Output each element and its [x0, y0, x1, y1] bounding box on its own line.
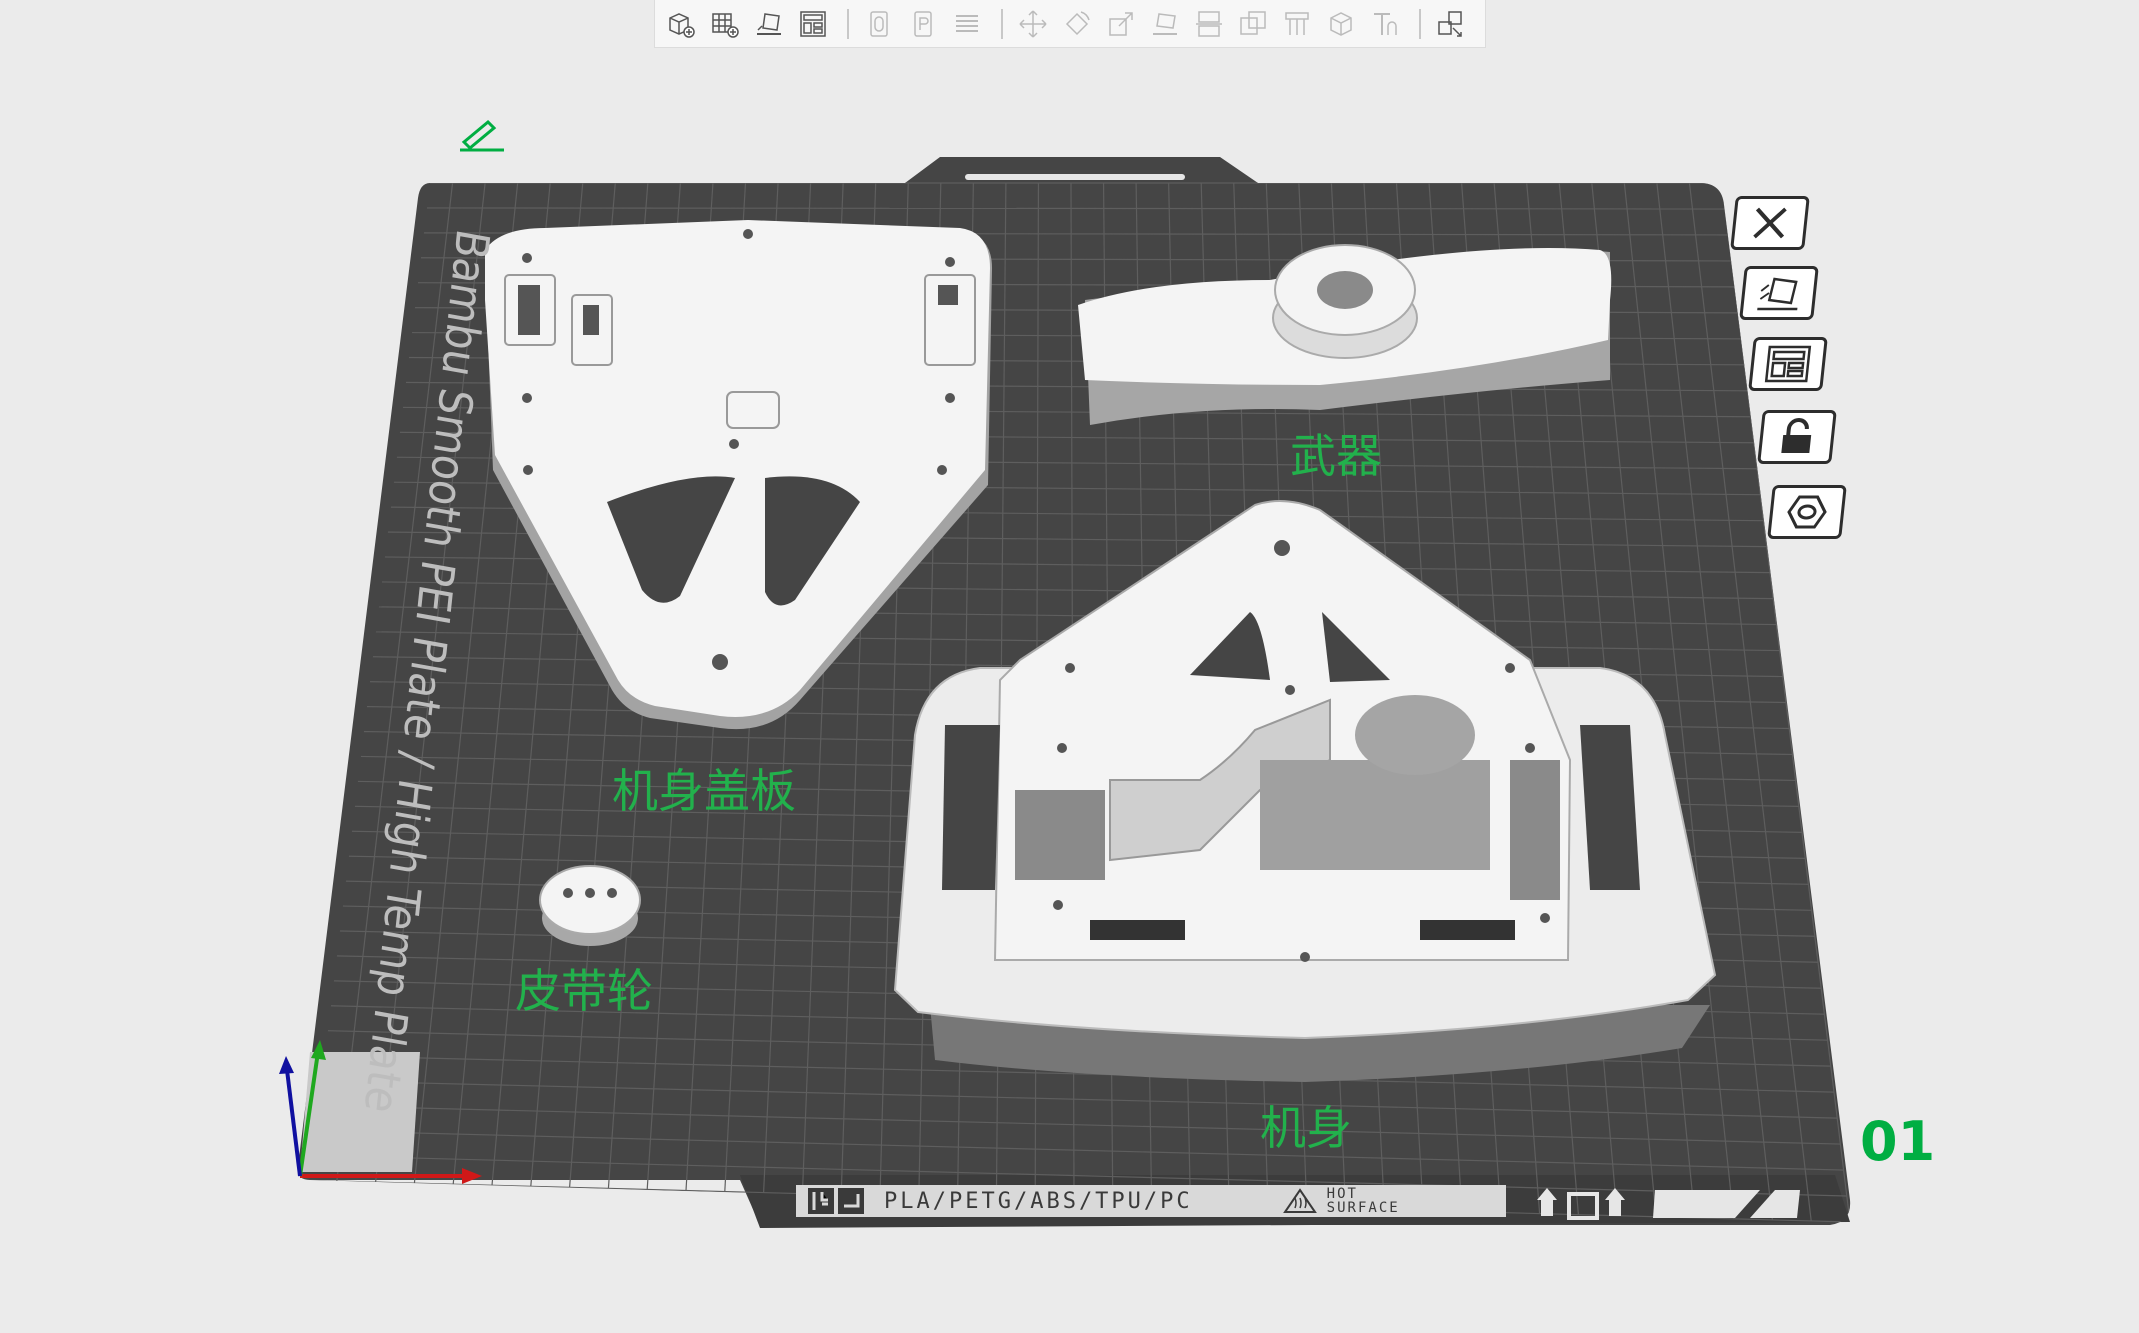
z-axis [285, 1069, 302, 1177]
plate-front-symbols [1537, 1188, 1800, 1220]
plate-settings-button[interactable] [1767, 485, 1847, 539]
arrange-plate-icon [1764, 345, 1812, 383]
auto-orient-plate-button[interactable] [1739, 266, 1819, 320]
auto-orient-plate-icon [1757, 277, 1798, 311]
z-axis-arrow [279, 1056, 294, 1074]
object-label-cover-plate[interactable]: 机身盖板 [612, 755, 796, 821]
hot-line-1: HOT [1326, 1186, 1358, 1202]
plate-material-strip: PLA/PETG/ABS/TPU/PC HOT SURFACE [796, 1185, 1506, 1217]
bambu-logo-icon [808, 1188, 864, 1214]
object-label-chassis[interactable]: 机身 [1260, 1092, 1352, 1158]
plate-square-icon [1567, 1192, 1599, 1220]
arrange-plate-button[interactable] [1748, 337, 1828, 391]
plate-top-slot [965, 174, 1185, 180]
hot-surface-text: HOT SURFACE [1327, 1187, 1400, 1215]
close-icon [1753, 207, 1787, 239]
lock-plate-button[interactable] [1757, 410, 1837, 464]
plate-materials: PLA/PETG/ABS/TPU/PC [884, 1188, 1193, 1214]
object-pulley[interactable] [539, 865, 641, 946]
delete-plate-button[interactable] [1730, 196, 1810, 250]
lock-icon [1781, 418, 1812, 453]
hot-line-2: SURFACE [1326, 1200, 1400, 1216]
arrow-up-icon [1537, 1188, 1557, 1220]
object-label-pulley[interactable]: 皮带轮 [515, 955, 653, 1021]
plate-number: 01 [1860, 1110, 1936, 1173]
hot-surface-icon [1282, 1188, 1317, 1213]
build-plate-scene[interactable] [0, 0, 2139, 1333]
settings-hex-icon [1787, 495, 1827, 529]
arrow-up-icon [1605, 1188, 1625, 1220]
object-label-weapon[interactable]: 武器 [1290, 420, 1382, 486]
